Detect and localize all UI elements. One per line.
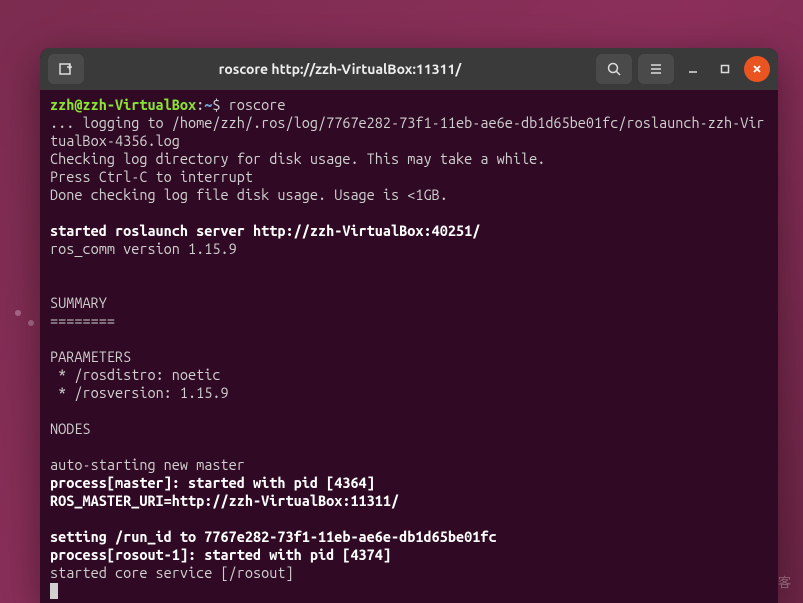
output-line: auto-starting new master [50,456,768,474]
output-line: NODES [50,420,768,438]
output-line: * /rosversion: 1.15.9 [50,384,768,402]
output-line [50,330,768,348]
titlebar-right [596,54,770,84]
maximize-button[interactable] [712,56,738,82]
search-icon [606,61,622,77]
desktop-decoration [28,320,34,326]
menu-icon [648,61,664,77]
output-line: ... logging to /home/zzh/.ros/log/7767e2… [50,114,768,150]
output-lines: ... logging to /home/zzh/.ros/log/7767e2… [50,114,768,582]
desktop-decoration [15,310,21,316]
output-line [50,438,768,456]
window-title: roscore http://zzh-VirtualBox:11311/ [88,61,592,77]
output-line: setting /run_id to 7767e282-73f1-11eb-ae… [50,528,768,546]
minimize-icon [687,63,699,75]
new-tab-button[interactable] [48,54,84,84]
close-icon [751,63,763,75]
output-line: Checking log directory for disk usage. T… [50,150,768,168]
output-line: * /rosdistro: noetic [50,366,768,384]
output-line: process[master]: started with pid [4364] [50,474,768,492]
close-button[interactable] [744,56,770,82]
prompt-user: zzh@zzh-VirtualBox [50,96,196,113]
titlebar: roscore http://zzh-VirtualBox:11311/ [40,48,778,90]
prompt-line: zzh@zzh-VirtualBox:~$ roscore [50,96,768,114]
output-line: ======== [50,312,768,330]
output-line [50,258,768,276]
output-line: PARAMETERS [50,348,768,366]
output-line: Press Ctrl-C to interrupt [50,168,768,186]
output-line [50,510,768,528]
prompt-dollar: $ [212,96,228,113]
new-tab-icon [58,61,74,77]
menu-button[interactable] [638,54,674,84]
output-line [50,204,768,222]
maximize-icon [719,63,731,75]
search-button[interactable] [596,54,632,84]
terminal-output[interactable]: zzh@zzh-VirtualBox:~$ roscore ... loggin… [40,90,778,603]
output-line: Done checking log file disk usage. Usage… [50,186,768,204]
output-line: process[rosout-1]: started with pid [437… [50,546,768,564]
output-line: SUMMARY [50,294,768,312]
terminal-cursor [50,583,58,599]
output-line: started core service [/rosout] [50,564,768,582]
output-line: ros_comm version 1.15.9 [50,240,768,258]
output-line [50,276,768,294]
output-line [50,402,768,420]
typed-command: roscore [229,96,286,113]
output-line: ROS_MASTER_URI=http://zzh-VirtualBox:113… [50,492,768,510]
output-line: started roslaunch server http://zzh-Virt… [50,222,768,240]
minimize-button[interactable] [680,56,706,82]
terminal-window: roscore http://zzh-VirtualBox:11311/ zzh… [40,48,778,603]
